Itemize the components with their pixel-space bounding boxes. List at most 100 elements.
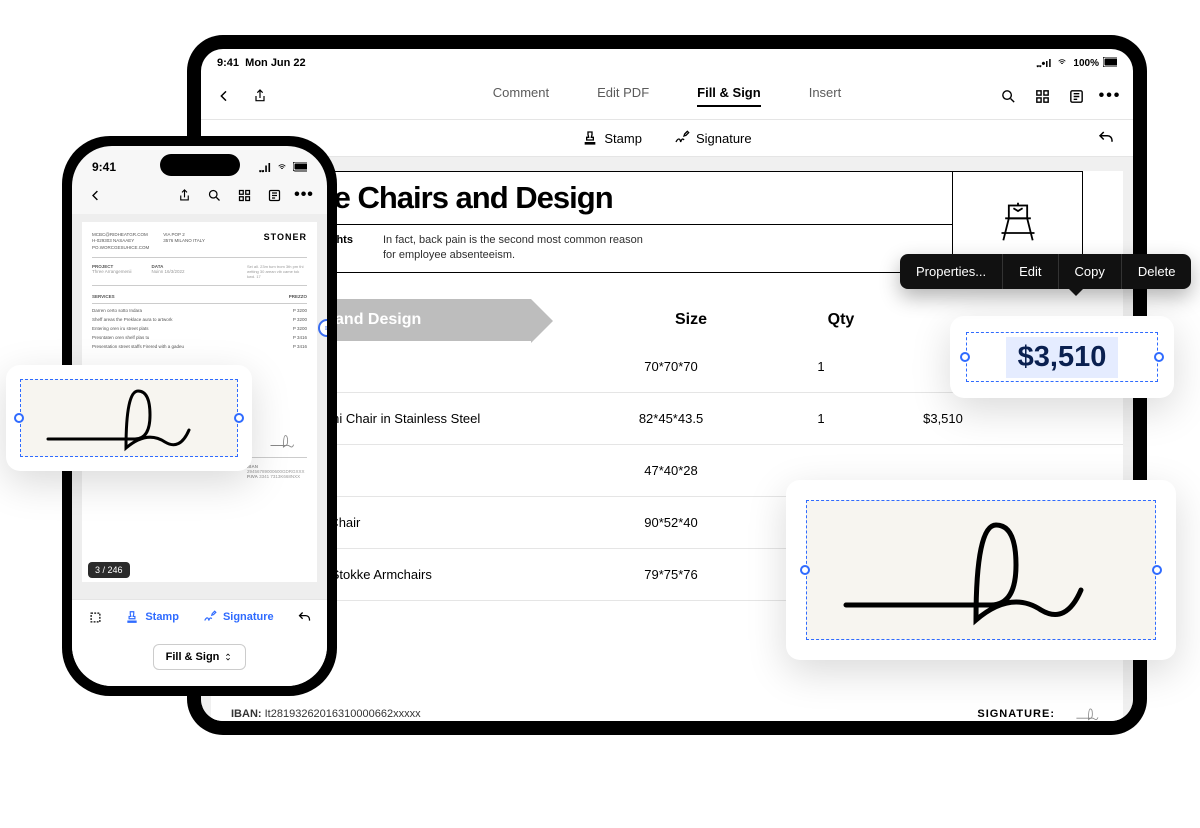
tablet-secondary-toolbar: Stamp Signature [201,119,1133,157]
th-size: Size [591,311,791,329]
tab-editpdf[interactable]: Edit PDF [597,85,649,107]
back-icon[interactable] [86,186,104,204]
signature-icon [203,610,217,624]
iban-label: IBAN: [231,708,262,720]
context-properties[interactable]: Properties... [900,254,1003,289]
tablet-status-bar: 9:41 Mon Jun 22 ᎐᎐•ıl 100% [201,49,1133,73]
phone-toolbar: ••• [72,176,327,214]
context-delete[interactable]: Delete [1122,254,1192,289]
more-icon[interactable]: ••• [1101,87,1119,105]
signature-icon [674,130,690,146]
resize-handle-left[interactable] [14,413,24,423]
signature-label: Signature [696,131,752,146]
cell-size: 82*45*43.5 [571,411,771,426]
mode-select-button[interactable]: Fill & Sign [153,644,247,670]
dynamic-island [160,154,240,176]
signature-selection-small[interactable] [6,365,252,471]
document-tagline-1: In fact, back pain is the second most co… [383,233,643,248]
tablet-toolbar: Comment Edit PDF Fill & Sign Insert ••• [201,73,1133,119]
label-prezzo: PREZZO [289,294,307,299]
chair-icon [996,200,1040,244]
header-city: 3576 MILANO ITALY [163,238,205,244]
signature-glyph-small [1075,705,1103,721]
service-name: Entering oren iru street plats [92,326,149,331]
panel-icon[interactable] [265,186,283,204]
phone-secondary-toolbar: Stamp Signature [72,599,327,634]
cell-size: 47*40*28 [571,463,771,478]
iban-value: It28193262016310000662xxxxx [265,708,421,720]
service-name: Darren certo sotto Indara [92,308,142,313]
tab-comment[interactable]: Comment [493,85,549,107]
panel-icon[interactable] [1067,87,1085,105]
cell-size: 90*52*40 [571,515,771,530]
resize-handle-right[interactable] [234,413,244,423]
page-tab-handle[interactable]: = [318,319,327,337]
stamp-button[interactable]: Stamp [582,130,642,146]
table-row[interactable]: Ghidini 1961 Miami Chair in Stainless St… [211,393,1123,445]
cell-qty: 1 [771,411,871,426]
cell-total: $3,510 [871,411,1015,426]
document-title: Office Chairs and Design [252,172,952,225]
context-copy[interactable]: Copy [1059,254,1122,289]
search-icon[interactable] [999,87,1017,105]
signature-glyph [831,510,1131,630]
signature-glyph-tiny [269,431,299,451]
signal-icon: ᎐᎐ıl [259,160,271,176]
tab-insert[interactable]: Insert [809,85,842,107]
stamp-icon [582,130,598,146]
phone-bottom-bar: Fill & Sign [72,634,327,686]
wifi-icon [275,161,289,175]
service-price: P 3416 [293,344,307,349]
more-icon[interactable]: ••• [295,186,313,204]
stamp-label: Stamp [145,611,179,623]
battery-label: 100% [1073,58,1099,69]
resize-handle-right[interactable] [1152,565,1162,575]
share-icon[interactable] [175,186,193,204]
signature-button[interactable]: Signature [674,130,752,146]
cell-size: 79*75*76 [571,567,771,582]
grid-icon[interactable] [235,186,253,204]
label-services: SERVICES [92,294,115,299]
resize-handle-left[interactable] [800,565,810,575]
phone-brand: STONER [264,232,307,242]
phone-time: 9:41 [92,160,116,176]
signature-button[interactable]: Signature [203,610,274,624]
context-edit[interactable]: Edit [1003,254,1058,289]
cell-size: 70*70*70 [571,359,771,374]
signature-label: SIGNATURE: [977,708,1055,720]
search-icon[interactable] [205,186,223,204]
mode-label: Fill & Sign [166,651,220,663]
grid-icon[interactable] [1033,87,1051,105]
service-price: P 3200 [293,317,307,322]
service-name: Presentation street staffs Firered with … [92,344,184,349]
service-price: P 3416 [293,335,307,340]
price-value: $3,510 [1006,337,1119,378]
undo-icon[interactable] [1097,129,1115,147]
share-icon[interactable] [251,87,269,105]
document-tagline-2: for employee absenteeism. [383,248,643,263]
tab-fillsign[interactable]: Fill & Sign [697,85,761,107]
th-qty: Qty [791,311,891,329]
tablet-time: 9:41 [217,57,239,69]
crop-icon[interactable] [86,608,104,626]
context-menu: Properties... Edit Copy Delete [900,254,1191,289]
signal-icon: ᎐᎐•ıl [1037,56,1052,71]
resize-handle-left[interactable] [960,352,970,362]
undo-icon[interactable] [295,608,313,626]
page-indicator: 3 / 246 [88,562,130,578]
chevron-updown-icon [223,652,233,662]
battery-icon [1103,57,1117,70]
signature-selection-large[interactable] [786,480,1176,660]
signature-glyph [39,378,219,458]
resize-handle-right[interactable] [1154,352,1164,362]
service-name: Sheff areas the Preklace aura to artwork [92,317,172,322]
price-selection[interactable]: $3,510 [950,316,1174,398]
cell-qty: 1 [771,359,871,374]
header-addr2: PO.WORCGESUHICE.COM [92,245,149,251]
back-icon[interactable] [215,87,233,105]
service-price: P 3200 [293,308,307,313]
stamp-button[interactable]: Stamp [125,610,179,624]
service-name: Presntaten oren shelf plas tu [92,335,149,340]
wifi-icon [1055,57,1069,70]
service-price: P 3200 [293,326,307,331]
